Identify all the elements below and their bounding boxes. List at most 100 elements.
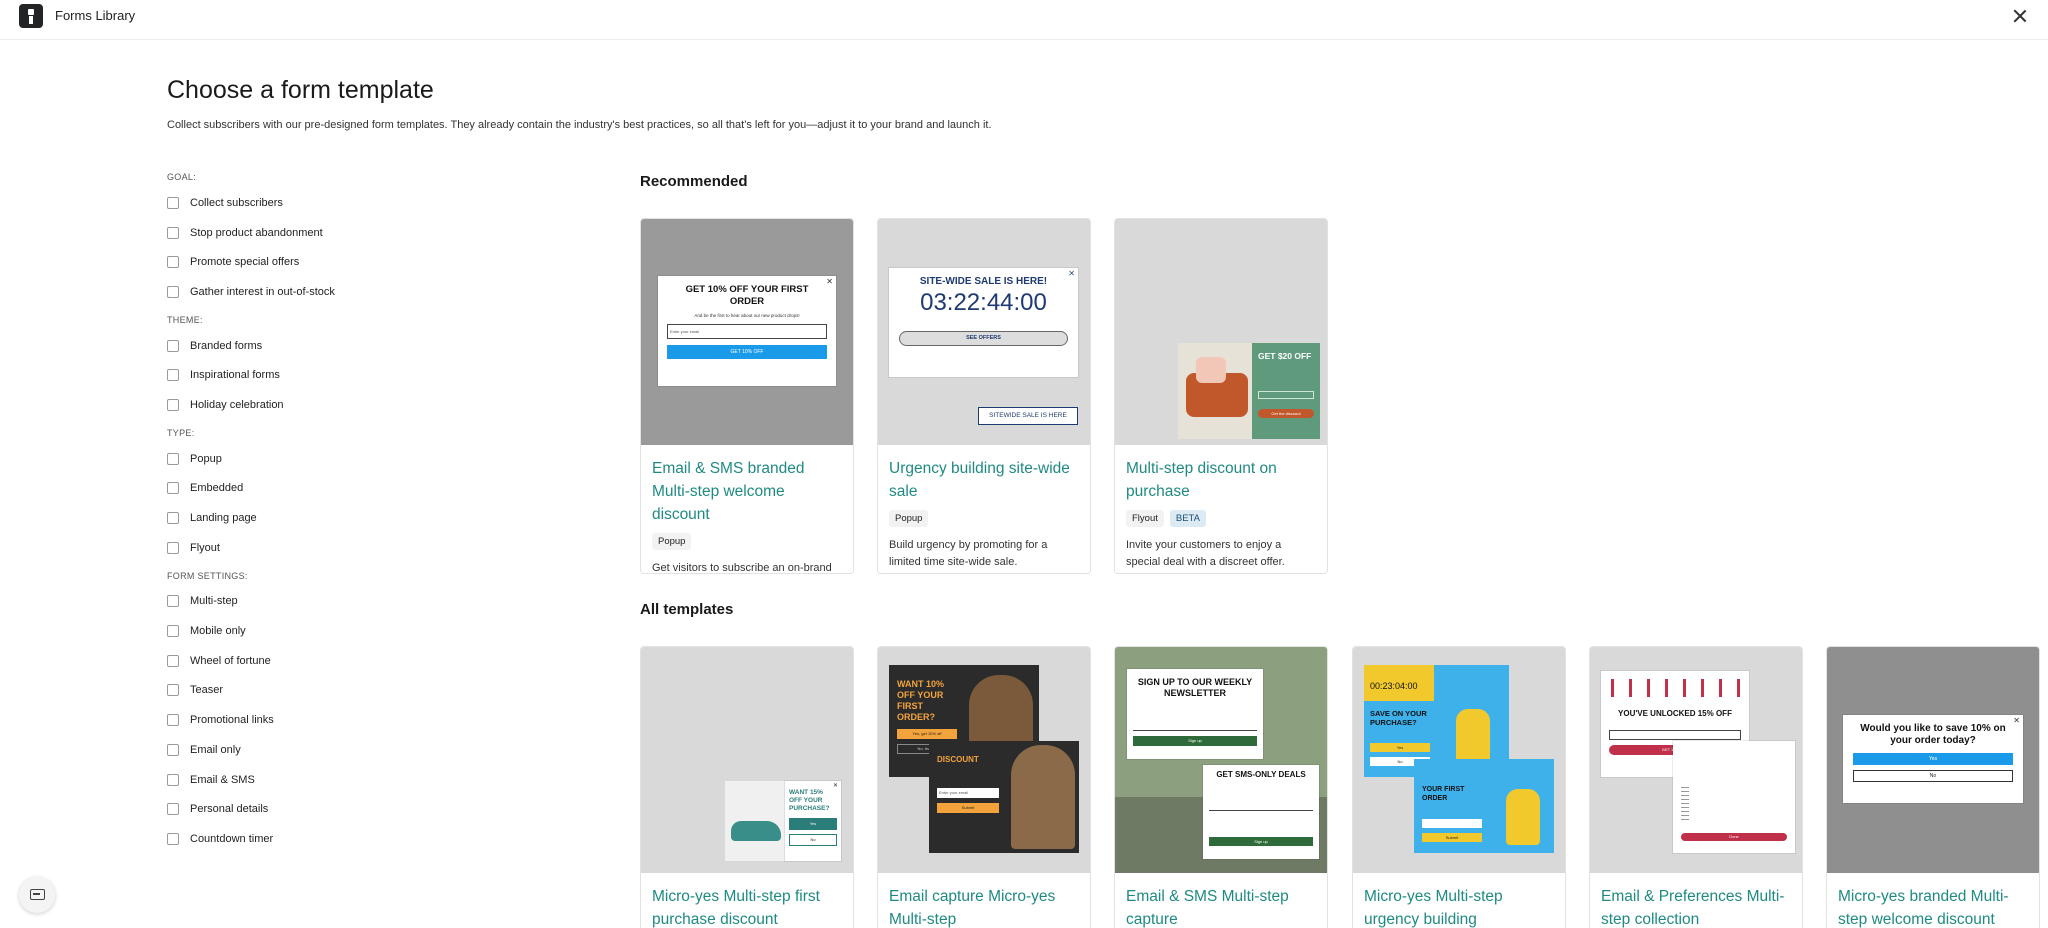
filter-option[interactable]: Inspirational forms xyxy=(167,360,467,390)
brand-logo-icon xyxy=(19,4,43,28)
preview-heading: WANT 15% OFF YOUR PURCHASE? xyxy=(789,789,830,812)
template-card[interactable]: 00:23:04:00 SAVE ON YOUR PURCHASE? Yes N… xyxy=(1352,646,1566,928)
filter-checkbox[interactable] xyxy=(167,226,179,239)
filter-checkbox[interactable] xyxy=(167,595,179,608)
filter-option[interactable]: Stop product abandonment xyxy=(167,218,467,248)
popup-preview: ✕ Would you like to save 10% on your ord… xyxy=(1843,715,2023,803)
preview-heading: Would you like to save 10% on your order… xyxy=(1860,723,2006,746)
filter-option[interactable]: Holiday celebration xyxy=(167,390,467,420)
filter-checkbox[interactable] xyxy=(167,482,179,495)
filter-option-label: Mobile only xyxy=(190,625,246,638)
close-icon: ✕ xyxy=(1068,269,1075,278)
filter-option[interactable]: Embedded xyxy=(167,474,467,504)
preview-heading: WANT 10% OFF YOUR FIRST ORDER? xyxy=(897,679,945,722)
preview-button: Done xyxy=(1681,833,1787,841)
filter-checkbox[interactable] xyxy=(167,743,179,756)
preview-button: Yes xyxy=(789,818,837,830)
filter-checkbox[interactable] xyxy=(167,684,179,697)
popup-preview: GET SMS-ONLY DEALS Sign up xyxy=(1203,765,1319,859)
chat-icon[interactable] xyxy=(19,877,55,913)
filter-option[interactable]: Promote special offers xyxy=(167,247,467,277)
type-tag: Popup xyxy=(652,533,692,550)
template-title: Urgency building site-wide sale xyxy=(889,460,1070,500)
template-title: Micro-yes branded Multi-step welcome dis… xyxy=(1838,888,2009,928)
preview-teaser: SITEWIDE SALE IS HERE xyxy=(978,407,1078,425)
filter-option[interactable]: Email only xyxy=(167,735,467,765)
type-tag: Popup xyxy=(889,510,929,527)
filter-group-label: THEME: xyxy=(167,314,203,325)
filter-checkbox[interactable] xyxy=(167,196,179,209)
filter-option-label: Landing page xyxy=(190,512,257,525)
filter-option[interactable]: Mobile only xyxy=(167,616,467,646)
template-card[interactable]: ✕ WANT 15% OFF YOUR PURCHASE? Yes No Mic… xyxy=(640,646,854,928)
filter-checkbox[interactable] xyxy=(167,285,179,298)
filter-option[interactable]: Multi-step xyxy=(167,587,467,617)
template-thumbnail: ✕ SITE-WIDE SALE IS HERE! 03:22:44:00 SE… xyxy=(878,219,1090,445)
page-title: Choose a form template xyxy=(167,76,434,104)
popup-preview: DISCOUNT Enter your email Submit xyxy=(929,741,1079,853)
preview-subtext: And be the first to hear about our new p… xyxy=(694,313,800,318)
template-card[interactable]: SIGN UP TO OUR WEEKLY NEWSLETTER Sign up… xyxy=(1114,646,1328,928)
preview-heading: GET 10% OFF YOUR FIRST ORDER xyxy=(685,284,809,307)
filter-group-label: TYPE: xyxy=(167,427,195,438)
filter-checkbox[interactable] xyxy=(167,654,179,667)
popup-preview: YOUR FIRST ORDER Submit xyxy=(1414,759,1554,853)
filter-checkbox[interactable] xyxy=(167,452,179,465)
filter-checkbox[interactable] xyxy=(167,803,179,816)
filter-option[interactable]: Personal details xyxy=(167,794,467,824)
template-title: Email capture Micro-yes Multi-step xyxy=(889,888,1056,928)
template-description: Invite your customers to enjoy a special… xyxy=(1126,539,1285,568)
close-icon: ✕ xyxy=(826,277,833,286)
template-card[interactable]: GET $20 OFF Get the discount Multi-step … xyxy=(1114,218,1328,574)
popup-preview: Done xyxy=(1673,741,1795,853)
filter-option[interactable]: Promotional links xyxy=(167,705,467,735)
preview-heading: SIGN UP TO OUR WEEKLY NEWSLETTER xyxy=(1137,677,1253,698)
filter-option[interactable]: Flyout xyxy=(167,533,467,563)
template-card[interactable]: ✕ Would you like to save 10% on your ord… xyxy=(1826,646,2040,928)
filter-option-label: Promotional links xyxy=(190,714,274,727)
filter-option-label: Email & SMS xyxy=(190,773,255,786)
filter-option-label: Countdown timer xyxy=(190,832,274,845)
filter-option[interactable]: Wheel of fortune xyxy=(167,646,467,676)
preview-button: Yes xyxy=(1370,743,1430,752)
close-icon[interactable] xyxy=(2010,6,2030,26)
filter-checkbox[interactable] xyxy=(167,256,179,269)
filter-checkbox[interactable] xyxy=(167,773,179,786)
filter-checkbox[interactable] xyxy=(167,832,179,845)
filter-checkbox[interactable] xyxy=(167,398,179,411)
filter-option[interactable]: Popup xyxy=(167,444,467,474)
filter-option-label: Wheel of fortune xyxy=(190,654,271,667)
filter-option[interactable]: Gather interest in out-of-stock xyxy=(167,277,467,307)
template-thumbnail: WANT 10% OFF YOUR FIRST ORDER? Yes, get … xyxy=(878,647,1090,873)
filter-checkbox[interactable] xyxy=(167,369,179,382)
template-card[interactable]: WANT 10% OFF YOUR FIRST ORDER? Yes, get … xyxy=(877,646,1091,928)
filter-option[interactable]: Collect subscribers xyxy=(167,188,467,218)
preview-image: GET $20 OFF Get the discount xyxy=(1178,343,1320,439)
template-card[interactable]: YOU'VE UNLOCKED 15% OFF GET 15% OFF Done… xyxy=(1589,646,1803,928)
filter-option[interactable]: Teaser xyxy=(167,676,467,706)
filter-option[interactable]: Landing page xyxy=(167,503,467,533)
preview-heading: YOUR FIRST ORDER xyxy=(1422,786,1465,802)
filter-checkbox[interactable] xyxy=(167,714,179,727)
template-card[interactable]: ✕ SITE-WIDE SALE IS HERE! 03:22:44:00 SE… xyxy=(877,218,1091,574)
preview-heading: GET $20 OFF xyxy=(1258,351,1312,361)
preview-input: Enter your email xyxy=(667,324,827,339)
filter-checkbox[interactable] xyxy=(167,625,179,638)
filter-checkbox[interactable] xyxy=(167,541,179,554)
template-card[interactable]: ✕ GET 10% OFF YOUR FIRST ORDER And be th… xyxy=(640,218,854,574)
filter-checkbox[interactable] xyxy=(167,512,179,525)
filter-checkbox[interactable] xyxy=(167,339,179,352)
preview-heading: YOU'VE UNLOCKED 15% OFF xyxy=(1618,709,1732,718)
template-thumbnail: GET $20 OFF Get the discount xyxy=(1115,219,1327,445)
preview-button: Get the discount xyxy=(1258,409,1314,418)
template-title: Email & SMS Multi-step capture xyxy=(1126,888,1289,928)
filter-option[interactable]: Countdown timer xyxy=(167,824,467,854)
preview-button: No xyxy=(1853,770,2013,782)
template-title: Micro-yes Multi-step urgency building xyxy=(1364,888,1503,928)
filter-option[interactable]: Email & SMS xyxy=(167,765,467,795)
filter-group-label: FORM SETTINGS: xyxy=(167,570,248,581)
filter-option[interactable]: Branded forms xyxy=(167,331,467,361)
section-title-recommended: Recommended xyxy=(640,173,748,190)
preview-heading: SITE-WIDE SALE IS HERE! xyxy=(919,276,1048,287)
preview-image xyxy=(725,781,785,861)
